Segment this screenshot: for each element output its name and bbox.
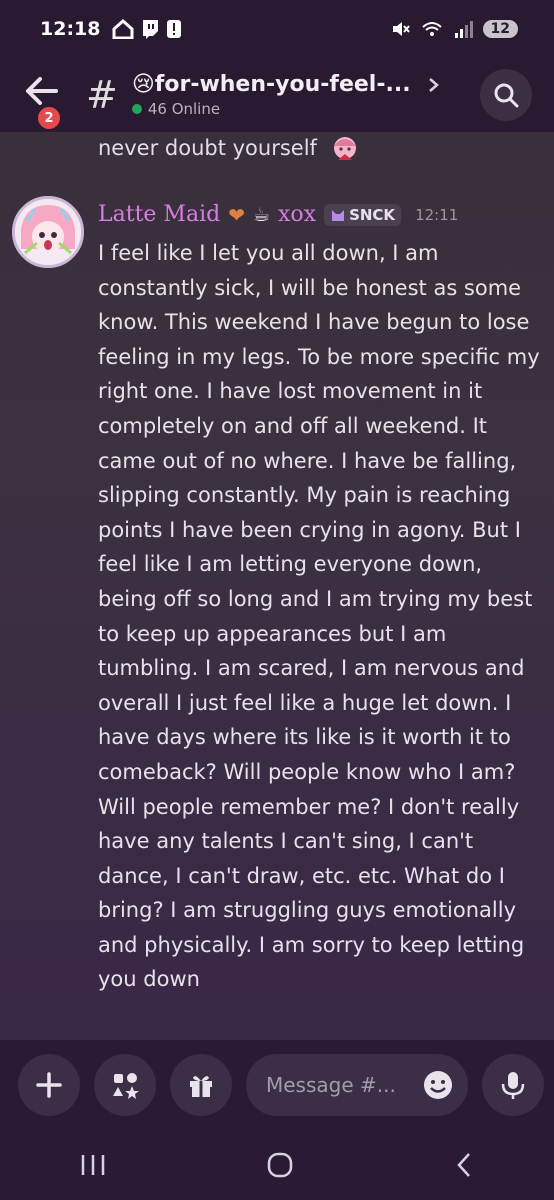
message-input-placeholder: Message #...	[266, 1073, 396, 1097]
online-dot	[131, 104, 142, 114]
channel-name: 😢 for-when-you-feel-...	[132, 72, 480, 97]
recents-icon[interactable]	[78, 1152, 108, 1178]
apps-icon	[113, 1073, 139, 1099]
message-body: I feel like I let you all down, I am con…	[98, 241, 540, 992]
heart-emoji-icon: ❤	[228, 202, 245, 227]
search-button[interactable]	[480, 69, 532, 121]
gift-button[interactable]	[170, 1054, 232, 1116]
plus-icon	[36, 1072, 62, 1098]
battery-level: 12	[482, 20, 518, 38]
online-count: 46 Online	[147, 100, 221, 118]
signal-icon	[454, 21, 473, 38]
back-icon[interactable]	[452, 1150, 476, 1180]
previous-message-text: never doubt yourself	[98, 136, 317, 160]
cat-icon	[332, 209, 345, 221]
channel-emoji: 😢	[131, 72, 155, 97]
channel-name-text: for-when-you-feel-...	[154, 72, 411, 97]
alert-icon	[167, 20, 182, 38]
apps-button[interactable]	[94, 1054, 156, 1116]
server-tag-text: SNCK	[349, 205, 396, 224]
mute-icon	[392, 22, 410, 36]
coffee-emoji-icon: ☕	[252, 203, 270, 226]
message-composer: Message #...	[0, 1040, 554, 1130]
unread-badge: 2	[36, 105, 62, 131]
wifi-icon	[421, 22, 442, 36]
back-arrow-icon	[26, 77, 58, 105]
emoji-sticker-icon	[333, 137, 356, 160]
clock: 12:18	[40, 18, 101, 40]
status-bar: 12:18 12	[0, 0, 554, 58]
voice-message-button[interactable]	[482, 1054, 544, 1116]
previous-message: never doubt yourself	[98, 132, 538, 165]
home-notification-icon	[112, 19, 134, 39]
add-attachment-button[interactable]	[18, 1054, 80, 1116]
server-tag[interactable]: SNCK	[324, 203, 402, 226]
hash-icon: #	[86, 73, 118, 117]
back-button[interactable]: 2	[22, 73, 66, 131]
online-status: 46 Online	[131, 100, 480, 118]
notification-icons	[112, 19, 182, 39]
username[interactable]: Latte Maid	[98, 202, 220, 227]
channel-header: 2 # 😢 for-when-you-feel-... 46 Online	[0, 58, 554, 132]
home-icon[interactable]	[265, 1150, 295, 1180]
twitch-icon	[143, 20, 159, 39]
avatar-image	[15, 199, 81, 265]
system-nav-bar	[0, 1130, 554, 1200]
message-header: Latte Maid ❤ ☕ xox SNCK 12:11	[98, 202, 458, 227]
channel-title-block[interactable]: 😢 for-when-you-feel-... 46 Online	[131, 72, 480, 118]
gift-icon	[190, 1076, 212, 1097]
avatar[interactable]	[12, 196, 84, 268]
username-suffix: xox	[278, 202, 317, 227]
emoji-icon[interactable]	[422, 1069, 454, 1101]
timestamp: 12:11	[415, 205, 459, 224]
chevron-right-icon	[428, 77, 439, 92]
message-input[interactable]: Message #...	[246, 1054, 468, 1116]
search-icon	[494, 83, 519, 108]
microphone-icon	[501, 1072, 525, 1099]
